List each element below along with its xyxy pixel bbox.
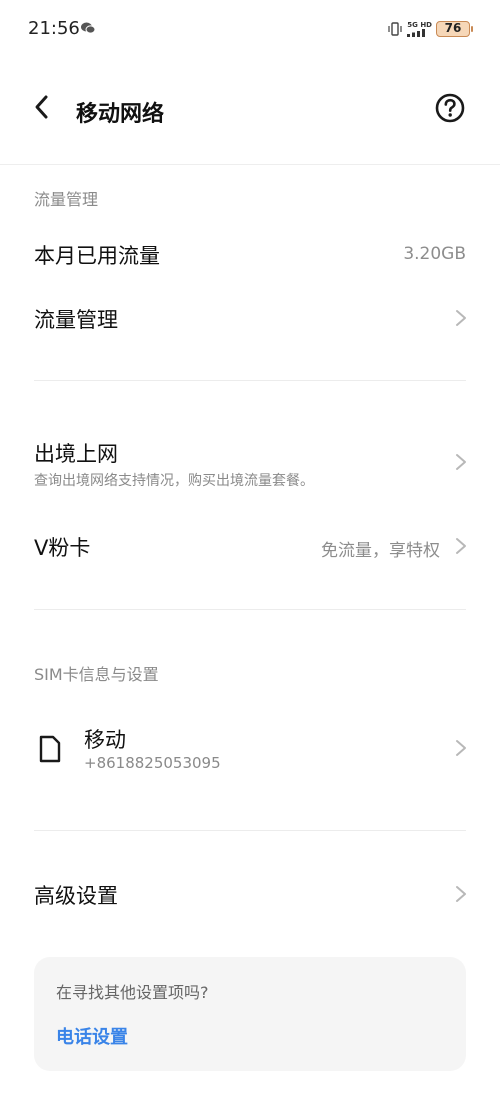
section-title-sim: SIM卡信息与设置 — [34, 665, 159, 684]
chevron-right-icon — [456, 886, 466, 902]
row-v-card[interactable]: V粉卡 免流量，享特权 — [0, 514, 500, 578]
status-bar: 21:56 5G HD 76 — [0, 0, 500, 58]
phone-settings-link[interactable]: 电话设置 — [56, 1023, 128, 1049]
row-advanced-settings[interactable]: 高级设置 — [0, 862, 500, 926]
sim-carrier-name: 移动 — [84, 728, 126, 752]
wechat-icon — [81, 22, 96, 34]
chevron-right-icon — [456, 310, 466, 326]
page-title: 移动网络 — [76, 102, 165, 127]
signal-icon — [407, 28, 426, 37]
header-divider — [0, 164, 500, 165]
help-icon[interactable] — [434, 92, 466, 124]
row-roaming[interactable]: 出境上网 查询出境网络支持情况，购买出境流量套餐。 — [0, 426, 500, 500]
row-sim-card[interactable]: 移动 +8618825053095 — [0, 712, 500, 786]
roaming-description: 查询出境网络支持情况，购买出境流量套餐。 — [34, 473, 314, 489]
section-divider — [34, 609, 466, 610]
sim-card-icon — [39, 735, 61, 763]
row-monthly-usage: 本月已用流量 3.20GB — [0, 222, 500, 286]
section-title-traffic: 流量管理 — [34, 190, 99, 209]
back-arrow-icon[interactable] — [28, 92, 58, 122]
chevron-right-icon — [456, 740, 466, 756]
status-right-group: 5G HD 76 — [387, 20, 473, 38]
chevron-right-icon — [456, 454, 466, 470]
section-divider — [34, 830, 466, 831]
sim-phone-number: +8618825053095 — [84, 754, 221, 772]
v-card-label: V粉卡 — [34, 536, 91, 560]
monthly-usage-value: 3.20GB — [403, 244, 466, 264]
suggestion-question: 在寻找其他设置项吗? — [56, 983, 209, 1002]
network-type-label: 5G HD — [407, 20, 432, 29]
v-card-value: 免流量，享特权 — [321, 541, 440, 561]
row-traffic-management[interactable]: 流量管理 — [0, 286, 500, 350]
advanced-settings-label: 高级设置 — [34, 884, 118, 908]
status-time: 21:56 — [28, 18, 80, 39]
chevron-right-icon — [456, 538, 466, 554]
battery-icon: 76 — [436, 21, 473, 37]
vibrate-icon — [388, 22, 402, 36]
suggestion-card: 在寻找其他设置项吗? 电话设置 — [34, 957, 466, 1071]
traffic-management-label: 流量管理 — [34, 308, 118, 332]
section-divider — [34, 380, 466, 381]
roaming-label: 出境上网 — [34, 442, 118, 466]
app-header: 移动网络 — [0, 70, 500, 150]
monthly-usage-label: 本月已用流量 — [34, 244, 160, 268]
